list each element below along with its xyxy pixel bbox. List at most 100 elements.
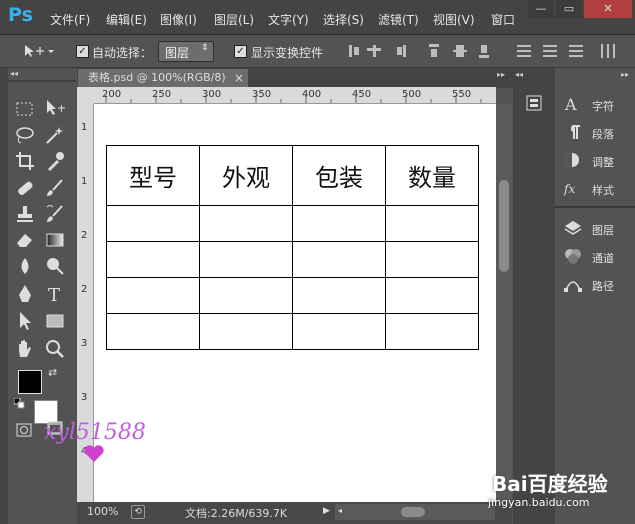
magic-wand-icon[interactable] (44, 124, 66, 146)
menu-filter[interactable]: 滤镜(T) (378, 11, 419, 28)
panel-paths[interactable]: 路径 (592, 278, 614, 294)
quick-mask-icon[interactable] (16, 422, 34, 438)
styles-icon[interactable]: fx (563, 179, 583, 197)
table-header-cell: 包装 (292, 145, 386, 206)
ruler-label: 3 (81, 338, 88, 349)
table-cell (292, 277, 386, 314)
rectangular-marquee-icon[interactable] (14, 98, 36, 120)
document-tab[interactable]: 表格.psd @ 100%(RGB/8) × (78, 69, 248, 87)
menu-select[interactable]: 选择(S) (323, 11, 364, 28)
ruler-label: 250 (152, 89, 172, 100)
rectangle-shape-icon[interactable] (44, 310, 66, 332)
character-icon[interactable]: A (563, 95, 583, 113)
pen-icon[interactable] (14, 283, 36, 305)
eraser-icon[interactable] (14, 229, 36, 251)
svg-text:fx: fx (563, 182, 575, 196)
baidu-logo: Bai百度经验 (492, 472, 608, 496)
show-transform-checkbox[interactable]: ✓ (234, 45, 247, 58)
move-tool-preset-icon[interactable] (22, 43, 54, 59)
dodge-icon[interactable] (44, 255, 66, 277)
table-header-cell: 外观 (199, 145, 293, 206)
menu-layer[interactable]: 图层(L) (214, 11, 254, 28)
vertical-scroll-thumb[interactable] (499, 180, 509, 272)
move-tool-icon[interactable] (44, 98, 66, 120)
photoshop-logo: Ps (8, 4, 33, 26)
gradient-icon[interactable] (44, 229, 66, 251)
hand-icon[interactable] (14, 338, 36, 360)
clone-stamp-icon[interactable] (14, 203, 36, 225)
layers-icon[interactable] (563, 219, 583, 237)
ruler-label: 200 (102, 89, 122, 100)
menu-type[interactable]: 文字(Y) (268, 11, 309, 28)
panel-paragraph[interactable]: 段落 (592, 126, 614, 142)
collapse-left-icon[interactable]: ▸▸ (497, 70, 505, 79)
panel-character[interactable]: 字符 (592, 98, 614, 114)
close-tab-icon[interactable]: × (234, 69, 244, 87)
collapse-right-panel-icon[interactable]: ▸▸ (621, 70, 629, 79)
menu-bar: Ps 文件(F) 编辑(E) 图像(I) 图层(L) 文字(Y) 选择(S) 滤… (0, 0, 635, 35)
close-button[interactable]: ✕ (584, 0, 632, 18)
table-cell (199, 277, 293, 314)
vertical-scrollbar[interactable] (496, 104, 512, 502)
menu-view[interactable]: 视图(V) (433, 11, 475, 28)
panel-adjustments[interactable]: 调整 (592, 154, 614, 170)
spot-healing-icon[interactable] (14, 177, 36, 199)
menu-edit[interactable]: 编辑(E) (106, 11, 147, 28)
show-transform-label: 显示变换控件 (251, 46, 324, 60)
eyedropper-icon[interactable] (44, 150, 66, 172)
collapse-toolbox-icon[interactable]: ◂◂ (10, 69, 18, 78)
restore-button[interactable]: ▭ (556, 0, 582, 18)
ruler-label: 300 (202, 89, 222, 100)
auto-select-value: 图层 (165, 46, 190, 60)
default-colors-icon[interactable] (14, 398, 26, 410)
collapsed-panel-strip: ◂◂ (513, 68, 555, 524)
table-row (106, 241, 479, 278)
table-cell (106, 313, 200, 350)
foreground-color-swatch[interactable] (18, 370, 42, 394)
paths-icon[interactable] (563, 275, 583, 293)
table-row (106, 277, 479, 314)
table-graphic: 型号 外观 包装 数量 (106, 145, 479, 350)
menu-window[interactable]: 窗口 (491, 11, 515, 28)
auto-select-dropdown[interactable]: 图层 ⇕ (158, 41, 214, 62)
crop-icon[interactable] (14, 150, 36, 172)
status-menu-arrow-icon[interactable]: ▶ (323, 506, 330, 516)
heart-icon (84, 445, 104, 462)
channels-icon[interactable] (563, 247, 583, 265)
type-tool-icon[interactable]: T (44, 283, 66, 305)
auto-select-checkbox[interactable]: ✓ (76, 45, 89, 58)
history-panel-icon[interactable] (525, 94, 545, 114)
panel-layers[interactable]: 图层 (592, 222, 614, 238)
chevron-updown-icon: ⇕ (201, 43, 209, 53)
table-cell (106, 277, 200, 314)
align-distribute-icons[interactable] (345, 42, 635, 60)
menu-image[interactable]: 图像(I) (160, 11, 197, 28)
menu-file[interactable]: 文件(F) (50, 11, 90, 28)
zoom-icon[interactable] (44, 338, 66, 360)
expand-panels-icon[interactable]: ◂◂ (515, 70, 523, 79)
document-canvas[interactable]: 型号 外观 包装 数量 (94, 104, 496, 502)
minimize-button[interactable]: — (528, 0, 554, 18)
status-export-icon[interactable]: ⟲ (131, 505, 145, 519)
table-cell (292, 313, 386, 350)
adjustments-icon[interactable] (563, 151, 583, 169)
blur-icon[interactable] (14, 255, 36, 277)
path-selection-icon[interactable] (14, 310, 36, 332)
brush-icon[interactable] (44, 177, 66, 199)
lasso-icon[interactable] (14, 124, 36, 146)
ruler-corner (77, 87, 94, 104)
table-cell (292, 241, 386, 278)
paragraph-icon[interactable] (563, 123, 583, 141)
panel-styles[interactable]: 样式 (592, 182, 614, 198)
panel-channels[interactable]: 通道 (592, 250, 614, 266)
horizontal-scrollbar[interactable]: ◂ (335, 504, 495, 520)
zoom-level[interactable]: 100% (87, 505, 118, 518)
ruler-label: 500 (402, 89, 422, 100)
svg-text:A: A (564, 95, 577, 113)
scroll-left-icon[interactable]: ◂ (338, 506, 342, 515)
swap-colors-icon[interactable]: ⇄ (48, 366, 57, 379)
toolbox: ◂◂ T ⇄ (8, 68, 76, 524)
horizontal-scroll-thumb[interactable] (401, 507, 425, 517)
history-brush-icon[interactable] (44, 203, 66, 225)
ruler-label: 1 (81, 122, 88, 133)
